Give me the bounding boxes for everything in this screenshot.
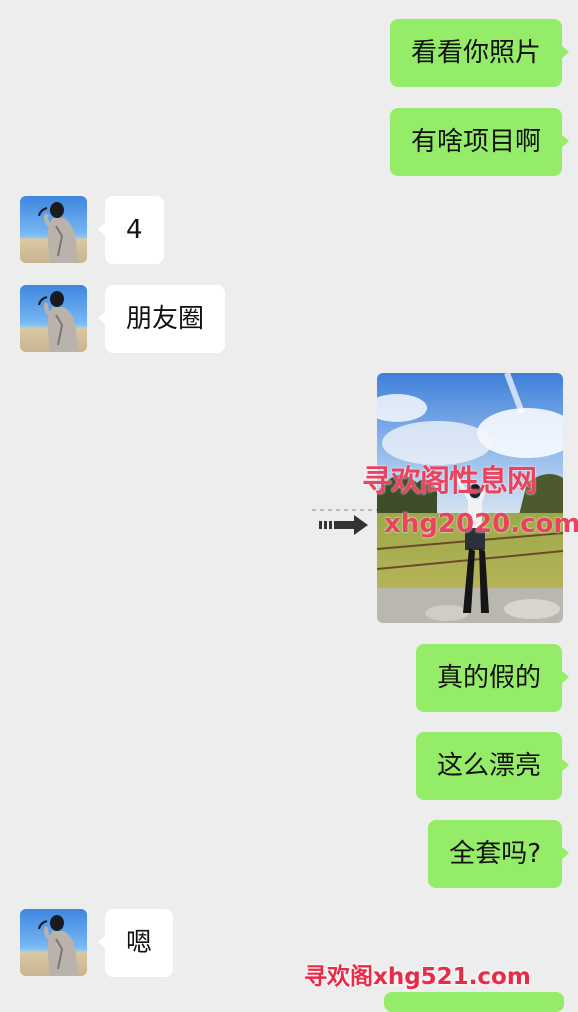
footer-watermark: 寻欢阁xhg521.com	[304, 964, 531, 990]
message-outgoing: 有啥项目啊	[389, 108, 570, 176]
message-text: 这么漂亮	[436, 751, 541, 781]
chat-bubble-outgoing[interactable]: 全套吗?	[428, 820, 569, 888]
watermark-url: xhg2020.com	[384, 509, 578, 539]
chat-bubble-incoming[interactable]: 朋友圈	[97, 285, 226, 353]
message-text: 全套吗?	[449, 839, 541, 869]
message-outgoing: 看看你照片	[389, 19, 570, 87]
chat-bubble-outgoing-partial[interactable]	[384, 992, 564, 1012]
chat-bubble-incoming[interactable]: 4	[98, 196, 164, 264]
message-incoming: 4	[20, 196, 164, 264]
message-text: 真的假的	[436, 663, 541, 693]
message-incoming: 朋友圈	[20, 285, 226, 353]
message-outgoing: 这么漂亮	[415, 732, 570, 800]
message-text: 4	[126, 215, 143, 245]
chat-bubble-outgoing[interactable]: 看看你照片	[389, 19, 570, 87]
avatar-photo-icon	[38, 915, 78, 976]
message-text: 看看你照片	[410, 38, 541, 68]
chat-bubble-outgoing[interactable]: 有啥项目啊	[389, 108, 570, 176]
chat-bubble-incoming[interactable]: 嗯	[97, 909, 174, 977]
message-text: 朋友圈	[126, 304, 205, 334]
message-outgoing: 全套吗?	[428, 820, 569, 888]
avatar-photo-icon	[38, 291, 78, 352]
message-incoming: 嗯	[20, 909, 174, 977]
forward-arrow-icon[interactable]	[312, 508, 377, 544]
chat-bubble-outgoing[interactable]: 真的假的	[415, 644, 570, 712]
contact-avatar[interactable]	[20, 196, 87, 263]
message-text: 有啥项目啊	[410, 127, 541, 157]
message-text: 嗯	[126, 928, 153, 958]
contact-avatar[interactable]	[20, 285, 87, 352]
chat-bubble-outgoing[interactable]: 这么漂亮	[415, 732, 570, 800]
contact-avatar[interactable]	[20, 909, 87, 976]
watermark-text: 寻欢阁性息网	[362, 464, 537, 499]
avatar-photo-icon	[38, 202, 78, 263]
message-outgoing: 真的假的	[415, 644, 570, 712]
